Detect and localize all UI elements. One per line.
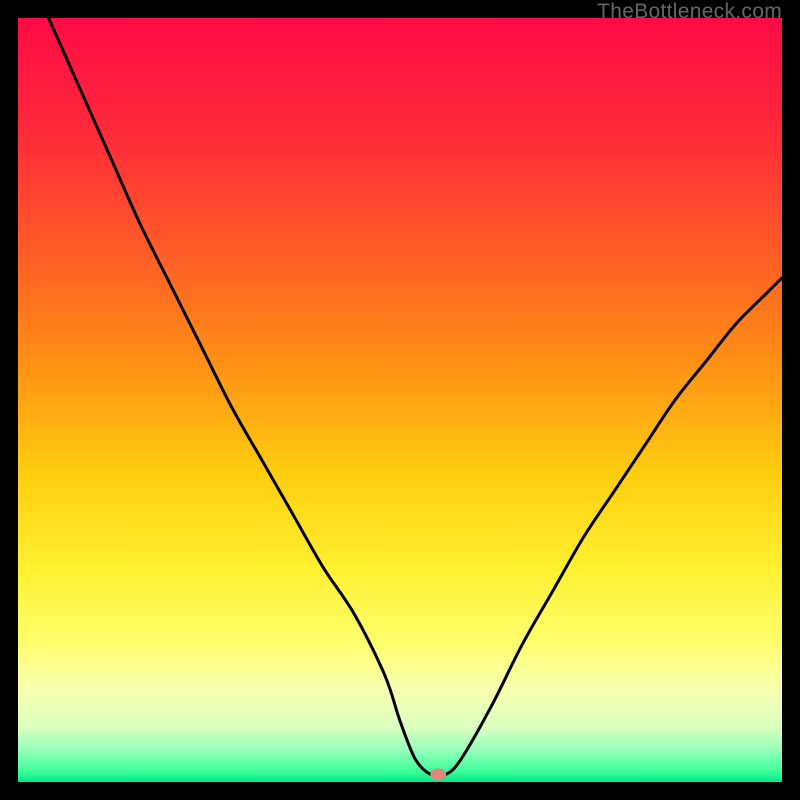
gradient-background xyxy=(18,18,782,782)
optimum-marker xyxy=(430,768,446,780)
chart-container: TheBottleneck.com xyxy=(0,0,800,800)
chart-svg xyxy=(18,18,782,782)
plot-area xyxy=(18,18,782,782)
